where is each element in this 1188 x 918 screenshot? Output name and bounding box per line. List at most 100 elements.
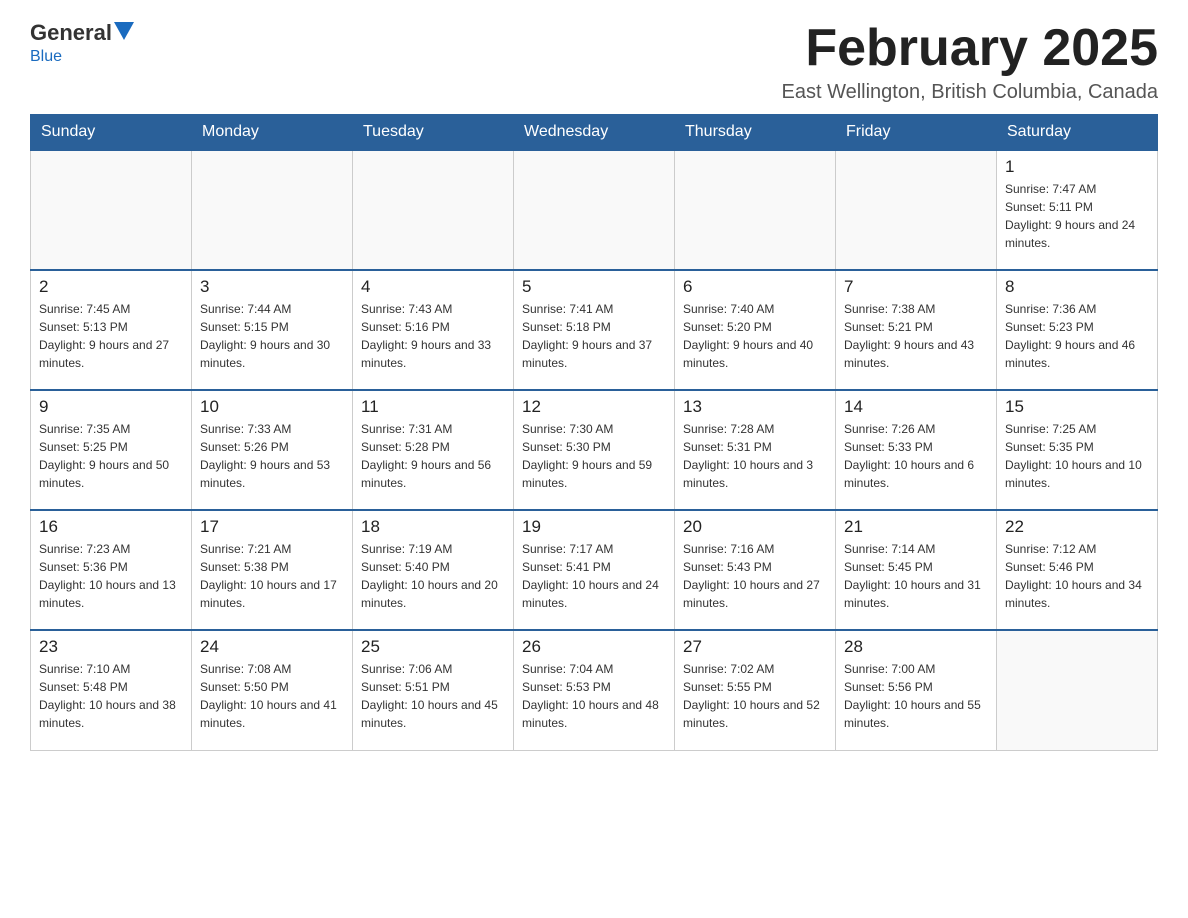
day-info: Sunrise: 7:40 AMSunset: 5:20 PMDaylight:… — [683, 300, 827, 372]
day-number: 2 — [39, 277, 183, 297]
column-header-wednesday: Wednesday — [514, 115, 675, 151]
calendar-cell: 27 Sunrise: 7:02 AMSunset: 5:55 PMDayligh… — [675, 630, 836, 750]
day-number: 26 — [522, 637, 666, 657]
day-number: 9 — [39, 397, 183, 417]
calendar-cell — [353, 150, 514, 270]
day-info: Sunrise: 7:41 AMSunset: 5:18 PMDaylight:… — [522, 300, 666, 372]
calendar-cell: 22 Sunrise: 7:12 AMSunset: 5:46 PMDayligh… — [997, 510, 1158, 630]
day-info: Sunrise: 7:25 AMSunset: 5:35 PMDaylight:… — [1005, 420, 1149, 492]
day-number: 13 — [683, 397, 827, 417]
calendar-cell: 14 Sunrise: 7:26 AMSunset: 5:33 PMDayligh… — [836, 390, 997, 510]
day-info: Sunrise: 7:38 AMSunset: 5:21 PMDaylight:… — [844, 300, 988, 372]
day-info: Sunrise: 7:23 AMSunset: 5:36 PMDaylight:… — [39, 540, 183, 612]
column-header-monday: Monday — [192, 115, 353, 151]
week-row-4: 16 Sunrise: 7:23 AMSunset: 5:36 PMDayligh… — [31, 510, 1158, 630]
page-header: General Blue February 2025 East Wellingt… — [30, 20, 1158, 104]
calendar-cell: 25 Sunrise: 7:06 AMSunset: 5:51 PMDayligh… — [353, 630, 514, 750]
calendar-cell: 8Sunrise: 7:36 AMSunset: 5:23 PMDaylight… — [997, 270, 1158, 390]
calendar-cell: 13 Sunrise: 7:28 AMSunset: 5:31 PMDayligh… — [675, 390, 836, 510]
day-info: Sunrise: 7:10 AMSunset: 5:48 PMDaylight:… — [39, 660, 183, 732]
day-info: Sunrise: 7:31 AMSunset: 5:28 PMDaylight:… — [361, 420, 505, 492]
day-number: 17 — [200, 517, 344, 537]
month-title: February 2025 — [782, 20, 1158, 77]
calendar-cell: 1Sunrise: 7:47 AMSunset: 5:11 PMDaylight… — [997, 150, 1158, 270]
calendar-cell: 28 Sunrise: 7:00 AMSunset: 5:56 PMDayligh… — [836, 630, 997, 750]
logo-blue-text: Blue — [30, 48, 62, 65]
column-header-friday: Friday — [836, 115, 997, 151]
calendar-cell: 11 Sunrise: 7:31 AMSunset: 5:28 PMDayligh… — [353, 390, 514, 510]
day-number: 18 — [361, 517, 505, 537]
day-info: Sunrise: 7:47 AMSunset: 5:11 PMDaylight:… — [1005, 180, 1149, 252]
day-number: 12 — [522, 397, 666, 417]
calendar-cell: 10 Sunrise: 7:33 AMSunset: 5:26 PMDayligh… — [192, 390, 353, 510]
day-number: 23 — [39, 637, 183, 657]
day-info: Sunrise: 7:12 AMSunset: 5:46 PMDaylight:… — [1005, 540, 1149, 612]
day-info: Sunrise: 7:06 AMSunset: 5:51 PMDaylight:… — [361, 660, 505, 732]
day-info: Sunrise: 7:14 AMSunset: 5:45 PMDaylight:… — [844, 540, 988, 612]
day-info: Sunrise: 7:43 AMSunset: 5:16 PMDaylight:… — [361, 300, 505, 372]
calendar-cell — [192, 150, 353, 270]
location-title: East Wellington, British Columbia, Canad… — [782, 81, 1158, 104]
calendar-cell: 16 Sunrise: 7:23 AMSunset: 5:36 PMDayligh… — [31, 510, 192, 630]
day-number: 22 — [1005, 517, 1149, 537]
column-header-tuesday: Tuesday — [353, 115, 514, 151]
week-row-5: 23 Sunrise: 7:10 AMSunset: 5:48 PMDayligh… — [31, 630, 1158, 750]
calendar-cell — [675, 150, 836, 270]
day-info: Sunrise: 7:44 AMSunset: 5:15 PMDaylight:… — [200, 300, 344, 372]
calendar-cell — [836, 150, 997, 270]
day-number: 27 — [683, 637, 827, 657]
calendar-cell: 4 Sunrise: 7:43 AMSunset: 5:16 PMDaylight… — [353, 270, 514, 390]
calendar-header-row: SundayMondayTuesdayWednesdayThursdayFrid… — [31, 115, 1158, 151]
day-number: 21 — [844, 517, 988, 537]
day-info: Sunrise: 7:00 AMSunset: 5:56 PMDaylight:… — [844, 660, 988, 732]
calendar-cell: 18 Sunrise: 7:19 AMSunset: 5:40 PMDayligh… — [353, 510, 514, 630]
logo: General Blue — [30, 20, 134, 66]
week-row-1: 1Sunrise: 7:47 AMSunset: 5:11 PMDaylight… — [31, 150, 1158, 270]
day-number: 15 — [1005, 397, 1149, 417]
calendar-table: SundayMondayTuesdayWednesdayThursdayFrid… — [30, 114, 1158, 751]
logo-triangle-icon — [114, 22, 134, 40]
calendar-cell — [997, 630, 1158, 750]
day-number: 3 — [200, 277, 344, 297]
day-info: Sunrise: 7:08 AMSunset: 5:50 PMDaylight:… — [200, 660, 344, 732]
day-number: 6 — [683, 277, 827, 297]
day-info: Sunrise: 7:33 AMSunset: 5:26 PMDaylight:… — [200, 420, 344, 492]
week-row-3: 9Sunrise: 7:35 AMSunset: 5:25 PMDaylight… — [31, 390, 1158, 510]
calendar-cell: 7 Sunrise: 7:38 AMSunset: 5:21 PMDaylight… — [836, 270, 997, 390]
day-info: Sunrise: 7:02 AMSunset: 5:55 PMDaylight:… — [683, 660, 827, 732]
day-info: Sunrise: 7:45 AMSunset: 5:13 PMDaylight:… — [39, 300, 183, 372]
calendar-cell: 15 Sunrise: 7:25 AMSunset: 5:35 PMDayligh… — [997, 390, 1158, 510]
calendar-cell — [31, 150, 192, 270]
day-info: Sunrise: 7:16 AMSunset: 5:43 PMDaylight:… — [683, 540, 827, 612]
day-info: Sunrise: 7:26 AMSunset: 5:33 PMDaylight:… — [844, 420, 988, 492]
day-number: 25 — [361, 637, 505, 657]
calendar-cell: 23 Sunrise: 7:10 AMSunset: 5:48 PMDayligh… — [31, 630, 192, 750]
day-info: Sunrise: 7:28 AMSunset: 5:31 PMDaylight:… — [683, 420, 827, 492]
calendar-cell: 12 Sunrise: 7:30 AMSunset: 5:30 PMDayligh… — [514, 390, 675, 510]
column-header-saturday: Saturday — [997, 115, 1158, 151]
day-number: 14 — [844, 397, 988, 417]
day-number: 4 — [361, 277, 505, 297]
title-area: February 2025 East Wellington, British C… — [782, 20, 1158, 104]
day-number: 5 — [522, 277, 666, 297]
day-info: Sunrise: 7:21 AMSunset: 5:38 PMDaylight:… — [200, 540, 344, 612]
day-number: 28 — [844, 637, 988, 657]
day-number: 10 — [200, 397, 344, 417]
day-info: Sunrise: 7:36 AMSunset: 5:23 PMDaylight:… — [1005, 300, 1149, 372]
column-header-thursday: Thursday — [675, 115, 836, 151]
calendar-cell: 17 Sunrise: 7:21 AMSunset: 5:38 PMDayligh… — [192, 510, 353, 630]
calendar-cell: 3 Sunrise: 7:44 AMSunset: 5:15 PMDaylight… — [192, 270, 353, 390]
day-number: 19 — [522, 517, 666, 537]
calendar-cell: 21 Sunrise: 7:14 AMSunset: 5:45 PMDayligh… — [836, 510, 997, 630]
calendar-cell: 26 Sunrise: 7:04 AMSunset: 5:53 PMDayligh… — [514, 630, 675, 750]
week-row-2: 2 Sunrise: 7:45 AMSunset: 5:13 PMDaylight… — [31, 270, 1158, 390]
day-info: Sunrise: 7:30 AMSunset: 5:30 PMDaylight:… — [522, 420, 666, 492]
day-number: 16 — [39, 517, 183, 537]
day-info: Sunrise: 7:19 AMSunset: 5:40 PMDaylight:… — [361, 540, 505, 612]
day-info: Sunrise: 7:17 AMSunset: 5:41 PMDaylight:… — [522, 540, 666, 612]
calendar-cell: 5 Sunrise: 7:41 AMSunset: 5:18 PMDaylight… — [514, 270, 675, 390]
day-number: 11 — [361, 397, 505, 417]
calendar-cell: 24Sunrise: 7:08 AMSunset: 5:50 PMDayligh… — [192, 630, 353, 750]
day-info: Sunrise: 7:04 AMSunset: 5:53 PMDaylight:… — [522, 660, 666, 732]
day-number: 7 — [844, 277, 988, 297]
